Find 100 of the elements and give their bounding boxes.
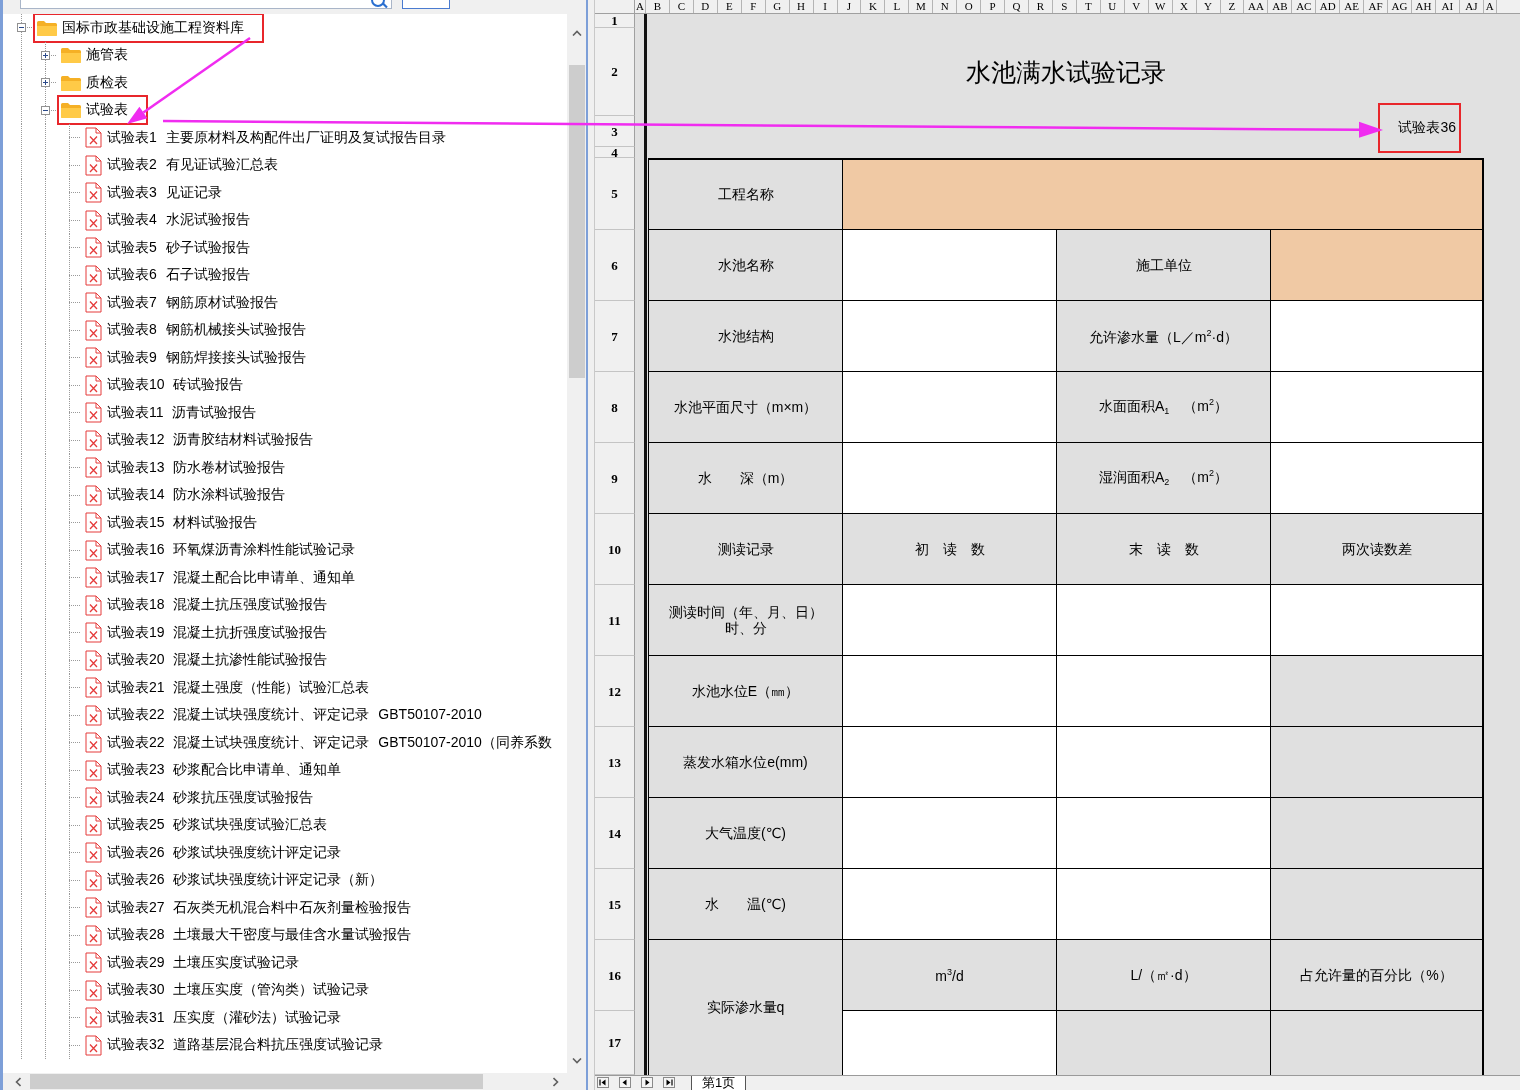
expand-icon[interactable] xyxy=(41,50,50,60)
column-header[interactable]: Z xyxy=(1220,0,1245,13)
input-cell[interactable] xyxy=(1057,656,1271,727)
column-header[interactable]: J xyxy=(837,0,862,13)
input-cell[interactable] xyxy=(843,798,1057,869)
column-header[interactable]: AC xyxy=(1292,0,1317,13)
select-all-corner[interactable] xyxy=(595,0,635,14)
tree-item[interactable]: 试验表7 钢筋原材试验报告 xyxy=(81,289,298,316)
chevron-left-icon[interactable] xyxy=(15,1076,21,1087)
search-icon[interactable] xyxy=(370,0,388,8)
column-header[interactable]: L xyxy=(885,0,910,13)
input-cell[interactable] xyxy=(843,727,1057,798)
row-header[interactable]: 17 xyxy=(595,1011,635,1075)
column-header[interactable]: P xyxy=(981,0,1006,13)
tree-item[interactable]: 试验表5 砂子试验报告 xyxy=(81,234,270,261)
column-header[interactable]: G xyxy=(765,0,790,13)
input-cell[interactable] xyxy=(1057,585,1271,656)
column-header[interactable]: M xyxy=(909,0,934,13)
tree-item[interactable]: 试验表6 石子试验报告 xyxy=(81,262,270,289)
tree-item[interactable]: 国标市政基础设施工程资料库 xyxy=(33,14,264,43)
column-header[interactable]: S xyxy=(1052,0,1077,13)
column-header[interactable]: AF xyxy=(1364,0,1389,13)
input-cell[interactable] xyxy=(1271,230,1484,301)
tree-item[interactable]: 质检表 xyxy=(57,69,148,96)
tree-item[interactable]: 施管表 xyxy=(57,42,148,69)
input-cell[interactable] xyxy=(843,585,1057,656)
column-header[interactable]: E xyxy=(717,0,742,13)
column-header[interactable]: X xyxy=(1172,0,1197,13)
row-header[interactable]: 1 xyxy=(595,14,635,28)
input-cell[interactable] xyxy=(843,656,1057,727)
column-header[interactable]: O xyxy=(957,0,982,13)
tree-item[interactable]: 试验表20 混凝土抗渗性能试验报告 xyxy=(81,647,348,674)
tree-item[interactable]: 试验表22 混凝土试块强度统计、评定记录 GBT50107-2010（同养系数 xyxy=(81,729,567,756)
tree-item[interactable]: 试验表26 砂浆试块强度统计评定记录 xyxy=(81,839,362,866)
row-header[interactable]: 7 xyxy=(595,301,635,372)
column-header[interactable]: AE xyxy=(1340,0,1365,13)
tree-item[interactable]: 试验表19 混凝土抗折强度试验报告 xyxy=(81,619,348,646)
tree-item[interactable]: 试验表9 钢筋焊接接头试验报告 xyxy=(81,344,326,371)
row-header[interactable]: 8 xyxy=(595,372,635,443)
column-header[interactable]: AG xyxy=(1388,0,1412,13)
search-field[interactable] xyxy=(20,0,392,9)
sheet-tab[interactable]: 第1页 xyxy=(691,1076,747,1090)
input-cell[interactable] xyxy=(843,158,1484,230)
row-header[interactable]: 12 xyxy=(595,656,635,727)
column-header[interactable]: W xyxy=(1148,0,1173,13)
tree-item[interactable]: 试验表22 混凝土试块强度统计、评定记录 GBT50107-2010 xyxy=(81,702,502,729)
column-header[interactable]: AI xyxy=(1435,0,1460,13)
toolbar-button[interactable] xyxy=(402,0,450,9)
input-cell[interactable] xyxy=(843,869,1057,940)
tree-item[interactable]: 试验表16 环氧煤沥青涂料性能试验记录 xyxy=(81,537,376,564)
last-page-icon[interactable] xyxy=(663,1077,675,1088)
tree-item[interactable]: 试验表17 混凝土配合比申请单、通知单 xyxy=(81,564,376,591)
column-header[interactable]: N xyxy=(933,0,958,13)
tree-item[interactable]: 试验表28 土壤最大干密度与最佳含水量试验报告 xyxy=(81,922,432,949)
column-header[interactable]: AH xyxy=(1412,0,1436,13)
scrollbar-thumb[interactable] xyxy=(568,65,585,378)
row-header[interactable]: 14 xyxy=(595,798,635,869)
input-cell[interactable] xyxy=(843,230,1057,301)
scrollbar-thumb[interactable] xyxy=(30,1074,483,1089)
column-header[interactable]: U xyxy=(1100,0,1125,13)
column-header[interactable]: C xyxy=(669,0,694,13)
row-header[interactable]: 3 xyxy=(595,116,635,147)
tree-item[interactable]: 试验表21 混凝土强度（性能）试验汇总表 xyxy=(81,674,390,701)
next-icon[interactable] xyxy=(641,1077,653,1088)
row-header[interactable]: 15 xyxy=(595,869,635,940)
chevron-right-icon[interactable] xyxy=(553,1076,559,1087)
column-header[interactable]: AB xyxy=(1268,0,1293,13)
tree-item[interactable]: 试验表14 防水涂料试验报告 xyxy=(81,482,306,509)
row-header[interactable]: 6 xyxy=(595,230,635,301)
tree-item[interactable]: 试验表3 见证记录 xyxy=(81,179,242,206)
input-cell[interactable] xyxy=(1271,372,1484,443)
tree-item[interactable]: 试验表12 沥青胶结材料试验报告 xyxy=(81,427,334,454)
tree-item[interactable]: 试验表10 砖试验报告 xyxy=(81,372,264,399)
row-header[interactable]: 16 xyxy=(595,940,635,1011)
collapse-icon[interactable] xyxy=(41,105,50,115)
row-header[interactable]: 9 xyxy=(595,443,635,514)
input-cell[interactable] xyxy=(1057,869,1271,940)
expand-icon[interactable] xyxy=(41,78,50,88)
tree-item[interactable]: 试验表4 水泥试验报告 xyxy=(81,207,270,234)
column-header[interactable]: Q xyxy=(1005,0,1029,13)
tree-item[interactable]: 试验表11 沥青试验报告 xyxy=(81,399,277,426)
input-cell[interactable] xyxy=(1057,798,1271,869)
row-header[interactable]: 10 xyxy=(595,514,635,585)
tree-item[interactable]: 试验表31 压实度（灌砂法）试验记录 xyxy=(81,1004,362,1031)
row-header[interactable]: 5 xyxy=(595,158,635,230)
first-page-icon[interactable] xyxy=(597,1077,609,1088)
tree-item[interactable]: 试验表15 材料试验报告 xyxy=(81,509,278,536)
column-header[interactable]: A xyxy=(635,0,646,13)
row-header[interactable]: 13 xyxy=(595,727,635,798)
chevron-up-icon[interactable] xyxy=(571,30,582,36)
column-header[interactable]: T xyxy=(1076,0,1101,13)
tree-item[interactable]: 试验表18 混凝土抗压强度试验报告 xyxy=(81,592,348,619)
input-cell[interactable] xyxy=(1271,301,1484,372)
column-header[interactable]: K xyxy=(861,0,886,13)
row-header[interactable]: 4 xyxy=(595,147,635,158)
column-header[interactable]: V xyxy=(1124,0,1149,13)
row-header[interactable]: 11 xyxy=(595,585,635,656)
tree-item[interactable]: 试验表26 砂浆试块强度统计评定记录（新） xyxy=(81,867,404,894)
input-cell[interactable] xyxy=(843,443,1057,514)
input-cell[interactable] xyxy=(843,372,1057,443)
